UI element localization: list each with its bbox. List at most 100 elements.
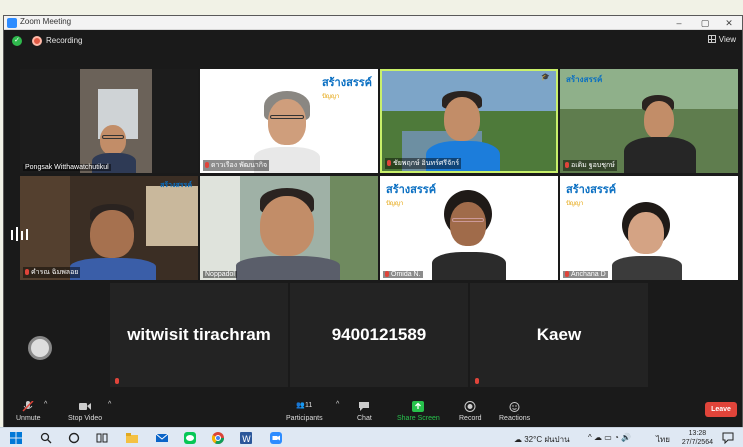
muted-indicator	[473, 378, 483, 385]
participants-label: Participants	[286, 415, 323, 422]
participant-face	[450, 202, 486, 246]
video-camera-icon	[79, 403, 92, 410]
view-label: View	[718, 35, 736, 44]
participants-icon: 👥11	[296, 402, 313, 409]
meeting-toolbar: Unmute ^ Stop Video ^ 👥11 Participants ^…	[4, 399, 742, 428]
participant-face	[90, 210, 134, 258]
mail-icon[interactable]	[156, 432, 168, 444]
recording-icon	[32, 36, 42, 46]
participant-name: ชัยพฤกษ์ อินทร์ศรีจักร์	[385, 158, 462, 169]
video-tile-adoem[interactable]: สร้างสรรค์ อเดิม ฐอบชุกษ์	[560, 69, 738, 173]
reactions-label: Reactions	[499, 415, 531, 422]
zoom-window: Zoom Meeting – ▢ ✕ ✓ Recording View Pong…	[3, 15, 743, 428]
participant-face	[268, 99, 306, 145]
word-icon[interactable]: W	[240, 432, 252, 444]
record-icon	[464, 401, 476, 412]
recording-label: Recording	[46, 36, 83, 45]
windows-taskbar: W ☁ 32°C ฝนปาน ^ ☁ ▭ ◔ 🔊 ไทย 13:28 27/7/…	[0, 427, 743, 447]
video-tile-active-speaker[interactable]: 🎓 ชัยพฤกษ์ อินทร์ศรีจักร์	[380, 69, 558, 173]
participants-button[interactable]: 👥11 Participants	[286, 401, 323, 422]
grid-view-icon	[707, 35, 716, 43]
banner-logo: สร้างสรรค์	[160, 182, 192, 189]
weather-widget[interactable]: ☁ 32°C ฝนปาน	[514, 433, 570, 446]
video-tile-daoruang[interactable]: สร้างสรรค์ ปัญญา ดาวเรือง พัฒนากิจ	[200, 69, 378, 173]
smiley-plus-icon	[509, 402, 520, 412]
muted-mic-icon	[387, 160, 391, 166]
clock-time: 13:28	[688, 430, 707, 437]
task-view-icon[interactable]	[96, 432, 108, 444]
banner-logo: สร้างสรรค์ ปัญญา	[386, 184, 437, 207]
participant-name: Pongsak Witthawatchutikul	[23, 164, 111, 171]
participants-options-caret[interactable]: ^	[336, 401, 339, 408]
participant-face	[260, 196, 314, 256]
participant-name: Anchana D	[563, 271, 608, 278]
banner-title: สร้างสรรค์	[321, 77, 372, 89]
banner-logo: 🎓	[541, 73, 550, 81]
participant-name: Omida N.	[383, 271, 423, 278]
muted-mic-icon	[565, 162, 569, 168]
participant-name: Noppadol	[203, 271, 237, 278]
line-app-icon[interactable]	[184, 432, 196, 444]
reactions-button[interactable]: Reactions	[499, 401, 530, 422]
unmute-button[interactable]: Unmute	[16, 401, 41, 422]
weather-temp: 32°C	[524, 435, 543, 444]
leave-button[interactable]: Leave	[705, 402, 737, 417]
video-tile-anchana[interactable]: สร้างสรรค์ ปัญญา Anchana D	[560, 176, 738, 280]
muted-microphone-icon	[22, 401, 34, 412]
audio-bars-icon	[10, 226, 32, 242]
file-explorer-icon[interactable]	[126, 432, 138, 444]
muted-mic-icon	[565, 271, 569, 277]
banner-icon: 🎓	[541, 74, 550, 81]
unmute-label: Unmute	[16, 415, 41, 422]
maximize-button[interactable]: ▢	[694, 16, 716, 30]
minimize-button[interactable]: –	[668, 16, 690, 30]
muted-mic-icon	[205, 162, 209, 168]
participant-name-large: witwisit tirachram	[127, 325, 271, 344]
video-tile-pongsak[interactable]: Pongsak Witthawatchutikul	[20, 69, 198, 173]
banner-logo: สร้างสรรค์ ปัญญา	[322, 73, 372, 101]
participant-name: คำรณ ฉิมพลอย	[23, 267, 81, 278]
muted-mic-icon	[475, 378, 479, 384]
disc-icon	[28, 336, 52, 360]
chrome-icon[interactable]	[212, 432, 224, 444]
notification-icon[interactable]	[722, 432, 734, 444]
window-title: Zoom Meeting	[20, 17, 72, 26]
zoom-app-icon	[7, 18, 17, 28]
participant-face	[644, 101, 674, 139]
close-window-button[interactable]: ✕	[718, 16, 740, 30]
stop-video-label: Stop Video	[68, 415, 103, 422]
video-tile-kaew[interactable]: Kaew	[470, 283, 648, 387]
banner-logo: สร้างสรรค์ ปัญญา	[566, 184, 617, 207]
video-tile-omida[interactable]: สร้างสรรค์ ปัญญา Omida N.	[380, 176, 558, 280]
video-options-caret[interactable]: ^	[108, 401, 111, 408]
banner-logo: สร้างสรรค์	[566, 75, 603, 84]
participant-name-large: Kaew	[536, 325, 582, 344]
view-button[interactable]: View	[707, 35, 736, 44]
encryption-shield-icon[interactable]: ✓	[12, 36, 22, 46]
muted-mic-icon	[115, 378, 119, 384]
share-screen-label: Share Screen	[397, 415, 440, 422]
video-tile-kamron[interactable]: สร้างสรรค์ คำรณ ฉิมพลอย	[20, 176, 198, 280]
search-icon[interactable]	[40, 432, 52, 444]
cortana-icon[interactable]	[68, 432, 80, 444]
meeting-info-bar: ✓ Recording View	[4, 30, 742, 52]
svg-text:W: W	[242, 435, 251, 444]
video-tile-witwisit[interactable]: witwisit tirachram	[110, 283, 288, 387]
video-tile-9400121589[interactable]: 9400121589	[290, 283, 468, 387]
video-tile-noppadol[interactable]: Noppadol	[200, 176, 378, 280]
participant-face	[444, 97, 480, 141]
chat-button[interactable]: Chat	[357, 401, 372, 422]
weather-icon: ☁	[514, 435, 522, 444]
clock[interactable]: 13:28 27/7/2564	[682, 429, 713, 447]
participant-name: ดาวเรือง พัฒนากิจ	[203, 160, 270, 171]
audio-options-caret[interactable]: ^	[44, 401, 47, 408]
muted-mic-icon	[25, 269, 29, 275]
participant-face	[100, 125, 126, 155]
system-tray-icons[interactable]: ^ ☁ ▭ ◔ 🔊	[588, 433, 631, 442]
record-button[interactable]: Record	[459, 401, 482, 422]
zoom-taskbar-icon[interactable]	[270, 432, 282, 444]
share-screen-button[interactable]: Share Screen	[397, 401, 440, 422]
input-language[interactable]: ไทย	[656, 433, 670, 446]
stop-video-button[interactable]: Stop Video	[68, 401, 102, 422]
windows-start-icon[interactable]	[10, 432, 22, 444]
